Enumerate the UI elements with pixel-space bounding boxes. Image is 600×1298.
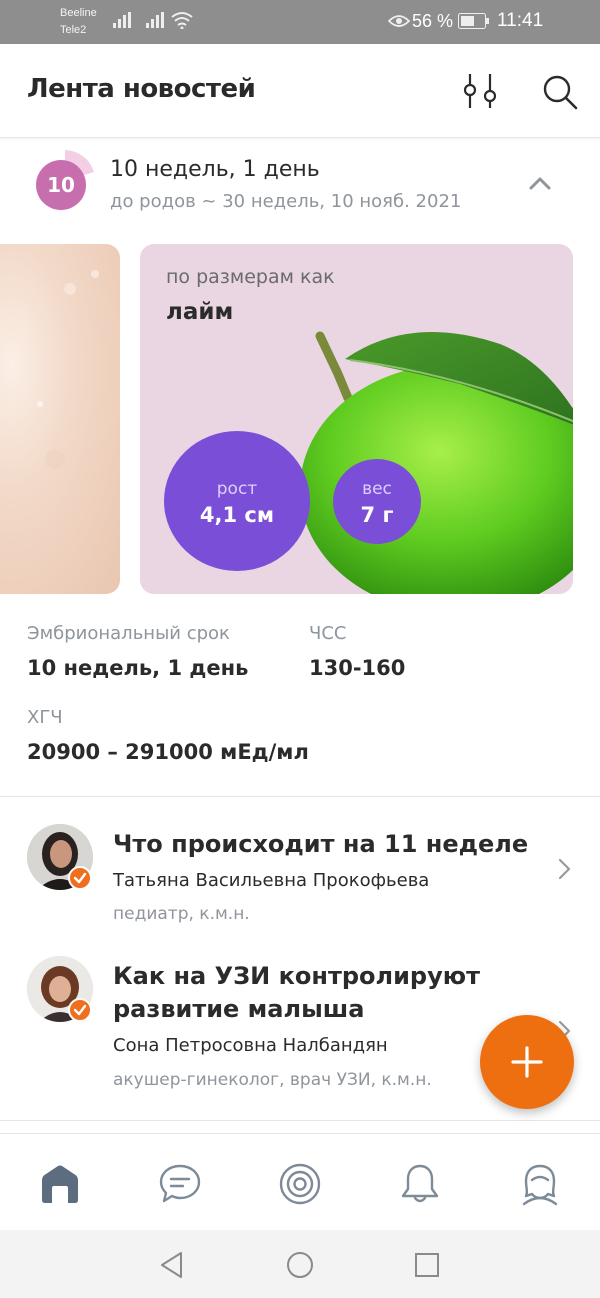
weight-label: вес xyxy=(362,479,392,499)
eye-icon xyxy=(388,15,410,27)
battery-percent: 56 % xyxy=(412,11,454,31)
embryo-image-card[interactable] xyxy=(0,244,120,594)
filter-sliders-icon xyxy=(463,74,497,108)
clock: 11:41 xyxy=(497,10,544,31)
signal-icon xyxy=(113,12,131,28)
chat-icon xyxy=(159,1164,201,1203)
checkmark-icon xyxy=(73,872,87,884)
article-author: Татьяна Васильевна Прокофьева xyxy=(113,870,430,891)
filter-button[interactable] xyxy=(460,72,500,112)
back-button[interactable] xyxy=(157,1250,187,1280)
verified-badge xyxy=(68,998,92,1022)
nav-notifications[interactable] xyxy=(398,1162,442,1206)
nav-chat[interactable] xyxy=(158,1162,202,1206)
wifi-icon xyxy=(171,12,193,29)
weight-value: 7 г xyxy=(360,503,394,527)
lime-image xyxy=(300,331,573,594)
section-divider xyxy=(0,796,600,797)
add-button[interactable] xyxy=(480,1015,574,1109)
plus-icon xyxy=(511,1046,543,1078)
collapse-button[interactable] xyxy=(524,168,556,198)
target-icon xyxy=(279,1163,321,1205)
back-triangle-icon xyxy=(161,1252,182,1278)
status-bar: Beeline Tele2 56 % 11:41 xyxy=(0,0,600,44)
nav-profile[interactable] xyxy=(518,1162,562,1206)
verified-badge xyxy=(68,866,92,890)
section-divider xyxy=(0,1120,600,1121)
bell-icon xyxy=(401,1164,439,1203)
article-author: Сона Петросовна Налбандян xyxy=(113,1035,388,1056)
embryo-image xyxy=(37,270,99,469)
search-icon xyxy=(543,75,578,110)
home-icon xyxy=(42,1165,78,1203)
nav-target[interactable] xyxy=(278,1162,322,1206)
carrier-names: Beeline Tele2 xyxy=(60,5,97,39)
week-title: 10 недель, 1 день xyxy=(110,157,320,182)
chevron-up-icon xyxy=(529,177,551,190)
height-stat: рост 4,1 см xyxy=(164,431,310,571)
checkmark-icon xyxy=(73,1004,87,1016)
system-navigation-bar xyxy=(0,1230,600,1298)
recents-button[interactable] xyxy=(412,1250,442,1280)
heart-rate-label: ЧСС xyxy=(309,623,347,644)
hcg-value: 20900 – 291000 мЕд/мл xyxy=(27,740,309,764)
size-comparison-card[interactable]: по размерам как лайм рост 4,1 см вес 7 г xyxy=(140,244,573,594)
home-system-button[interactable] xyxy=(285,1250,315,1280)
hcg-label: ХГЧ xyxy=(27,707,63,728)
search-button[interactable] xyxy=(540,72,580,112)
square-recents-icon xyxy=(415,1253,439,1277)
signal-icon xyxy=(146,12,164,28)
circle-home-icon xyxy=(287,1252,313,1278)
page-title: Лента новостей xyxy=(27,74,256,104)
embryo-term-value: 10 недель, 1 день xyxy=(27,656,249,680)
size-prefix: по размерам как xyxy=(166,266,335,288)
height-label: рост xyxy=(216,479,258,499)
height-value: 4,1 см xyxy=(199,503,275,527)
heart-rate-value: 130-160 xyxy=(309,656,406,680)
week-number-badge: 10 xyxy=(36,160,86,210)
chevron-right-icon xyxy=(558,858,571,880)
battery-icon xyxy=(458,13,489,29)
article-author-role: акушер-гинеколог, врач УЗИ, к.м.н. xyxy=(113,1070,432,1090)
carrier-2: Tele2 xyxy=(60,24,87,36)
weight-stat: вес 7 г xyxy=(333,459,421,544)
embryo-term-label: Эмбриональный срок xyxy=(27,623,230,644)
nav-home[interactable] xyxy=(38,1162,82,1206)
profile-icon xyxy=(522,1164,558,1206)
week-subtitle: до родов ~ 30 недель, 10 нояб. 2021 xyxy=(110,191,462,212)
app-header: Лента новостей xyxy=(0,44,600,138)
size-fruit-name: лайм xyxy=(166,299,234,325)
bottom-navigation xyxy=(0,1133,600,1230)
carrier-1: Beeline xyxy=(60,7,97,19)
article-title: Что происходит на 11 неделе xyxy=(113,830,529,858)
article-title: Как на УЗИ контролируют развитие малыша xyxy=(113,962,480,1023)
article-author-role: педиатр, к.м.н. xyxy=(113,904,250,924)
